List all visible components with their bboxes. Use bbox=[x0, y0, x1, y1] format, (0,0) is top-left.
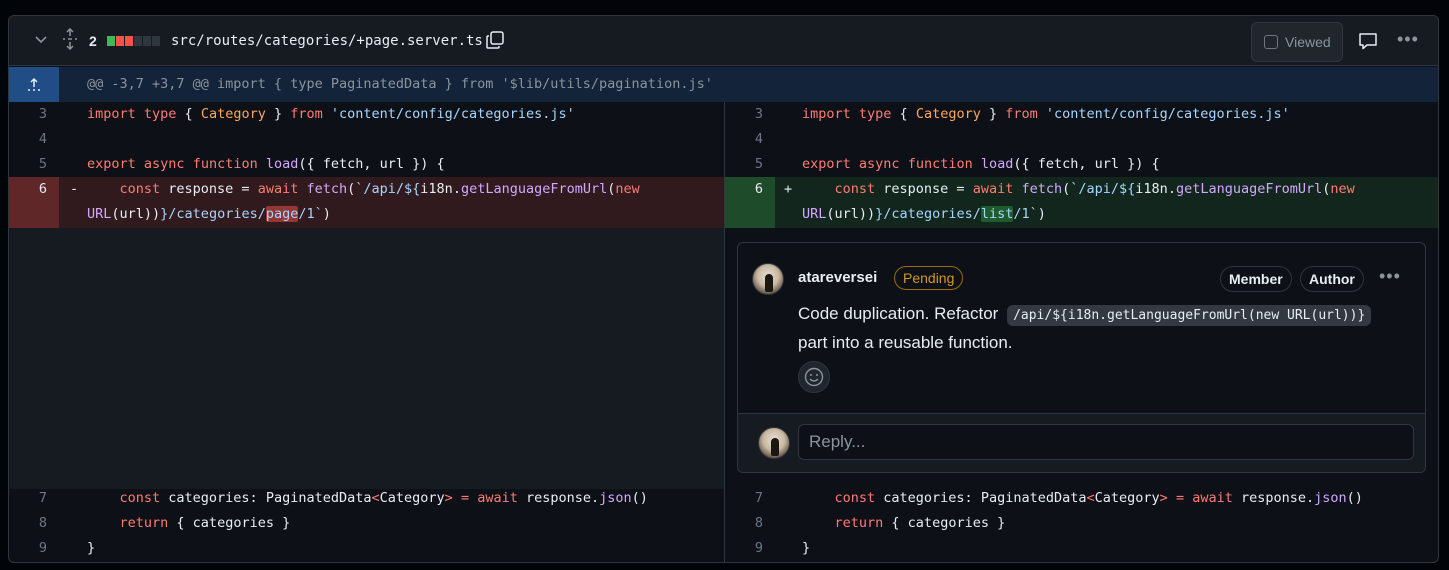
code-line: URL(url))}/categories/page/1`) bbox=[87, 206, 331, 222]
code-line: export async function load({ fetch, url … bbox=[87, 156, 445, 172]
comment-body-prefix: Code duplication. Refactor bbox=[798, 304, 999, 323]
diffstat-block bbox=[143, 36, 151, 46]
diffstat bbox=[107, 36, 160, 46]
line-number[interactable]: 9 bbox=[9, 540, 47, 556]
inline-code: /api/${i18n.getLanguageFromUrl(new URL(u… bbox=[1007, 305, 1372, 326]
deleted-line: 6 - const response = await fetch(`/api/$… bbox=[9, 177, 724, 202]
smiley-icon bbox=[804, 367, 824, 387]
addition-sign: + bbox=[784, 181, 793, 197]
code-line: import type { Category } from 'content/c… bbox=[87, 106, 575, 122]
diff-line: 8 return { categories } bbox=[725, 511, 1438, 536]
diffstat-block bbox=[107, 36, 115, 46]
pending-badge: Pending bbox=[894, 266, 964, 290]
reply-input[interactable]: Reply... bbox=[798, 424, 1414, 460]
diff-line: 5 export async function load({ fetch, ur… bbox=[9, 152, 724, 177]
line-number[interactable]: 7 bbox=[9, 490, 47, 506]
comment-options-icon[interactable]: ••• bbox=[1379, 266, 1401, 287]
kebab-icon[interactable]: ••• bbox=[1397, 29, 1419, 50]
diff-line: 8 return { categories } bbox=[9, 511, 724, 536]
line-number[interactable]: 5 bbox=[725, 156, 763, 172]
diffstat-block bbox=[116, 36, 124, 46]
code-line: URL(url))}/categories/list/1`) bbox=[802, 206, 1046, 222]
chevron-down-icon[interactable] bbox=[33, 31, 49, 52]
diff-line: 7 const categories: PaginatedData<Catego… bbox=[725, 486, 1438, 511]
review-thread: atareversei Pending Member Author ••• Co… bbox=[737, 242, 1426, 473]
viewed-label: Viewed bbox=[1285, 34, 1331, 50]
deletion-sign: - bbox=[70, 181, 79, 197]
viewed-checkbox[interactable] bbox=[1264, 35, 1278, 49]
line-number[interactable]: 9 bbox=[725, 540, 763, 556]
file-header: 2 src/routes/categories/+page.server.ts … bbox=[9, 16, 1438, 66]
added-line: 6 + const response = await fetch(`/api/$… bbox=[725, 177, 1438, 202]
hunk-header: @@ -3,7 +3,7 @@ import { type PaginatedD… bbox=[9, 67, 1438, 102]
diff-file: 2 src/routes/categories/+page.server.ts … bbox=[8, 15, 1439, 563]
diff-line: 9 } bbox=[9, 536, 724, 561]
add-reaction-button[interactable] bbox=[798, 361, 830, 393]
code-line: export async function load({ fetch, url … bbox=[802, 156, 1160, 172]
comment-icon[interactable] bbox=[1358, 31, 1378, 56]
line-number[interactable]: 4 bbox=[725, 131, 763, 147]
line-number[interactable]: 3 bbox=[725, 106, 763, 122]
code-line: } bbox=[87, 540, 96, 556]
code-line: const categories: PaginatedData<Category… bbox=[119, 490, 648, 506]
change-count: 2 bbox=[89, 33, 97, 49]
copy-icon[interactable] bbox=[485, 30, 505, 55]
diff-line: 4 bbox=[9, 127, 724, 152]
diffstat-block bbox=[134, 36, 142, 46]
added-line-wrap: URL(url))}/categories/list/1`) bbox=[725, 202, 1438, 227]
code-line: } bbox=[802, 540, 811, 556]
diff-line: 3 import type { Category } from 'content… bbox=[725, 102, 1438, 127]
added-word-highlight: list bbox=[980, 206, 1014, 222]
line-number[interactable]: 6 bbox=[9, 181, 47, 197]
comment-body-suffix: part into a reusable function. bbox=[798, 333, 1013, 352]
line-number[interactable]: 8 bbox=[9, 515, 47, 531]
split-divider bbox=[724, 102, 725, 562]
code-line: const response = await fetch(`/api/${i18… bbox=[119, 181, 640, 197]
viewed-toggle[interactable]: Viewed bbox=[1251, 22, 1343, 62]
diffstat-block bbox=[125, 36, 133, 46]
author-badge: Author bbox=[1300, 266, 1364, 292]
reply-area: Reply... bbox=[738, 413, 1425, 472]
code-line: return { categories } bbox=[119, 515, 291, 531]
member-badge: Member bbox=[1220, 266, 1292, 292]
line-number[interactable]: 3 bbox=[9, 106, 47, 122]
line-number[interactable]: 7 bbox=[725, 490, 763, 506]
expand-up-icon[interactable] bbox=[9, 67, 59, 102]
line-number[interactable]: 8 bbox=[725, 515, 763, 531]
deleted-line-wrap: URL(url))}/categories/page/1`) bbox=[9, 202, 724, 227]
avatar[interactable] bbox=[752, 263, 784, 295]
hunk-header-text: @@ -3,7 +3,7 @@ import { type PaginatedD… bbox=[87, 76, 713, 92]
diff-line: 7 const categories: PaginatedData<Catego… bbox=[9, 486, 724, 511]
comment-body: Code duplication. Refactor /api/${i18n.g… bbox=[798, 300, 1398, 356]
code-line: import type { Category } from 'content/c… bbox=[802, 106, 1290, 122]
comment-author[interactable]: atareversei bbox=[798, 269, 877, 286]
unfold-icon[interactable] bbox=[61, 27, 79, 55]
empty-comment-gutter bbox=[9, 228, 724, 489]
file-path[interactable]: src/routes/categories/+page.server.ts bbox=[171, 33, 483, 49]
reply-avatar bbox=[758, 427, 790, 459]
diff-line: 4 bbox=[725, 127, 1438, 152]
diff-line: 5 export async function load({ fetch, ur… bbox=[725, 152, 1438, 177]
line-number[interactable]: 6 bbox=[725, 181, 763, 197]
code-line: return { categories } bbox=[834, 515, 1006, 531]
diffstat-block bbox=[152, 36, 160, 46]
diff-line: 3 import type { Category } from 'content… bbox=[9, 102, 724, 127]
code-line: const categories: PaginatedData<Category… bbox=[834, 490, 1363, 506]
line-number[interactable]: 5 bbox=[9, 156, 47, 172]
diff-line: 9 } bbox=[725, 536, 1438, 561]
deleted-word-highlight: page bbox=[265, 206, 299, 222]
line-number[interactable]: 4 bbox=[9, 131, 47, 147]
code-line: const response = await fetch(`/api/${i18… bbox=[834, 181, 1355, 197]
